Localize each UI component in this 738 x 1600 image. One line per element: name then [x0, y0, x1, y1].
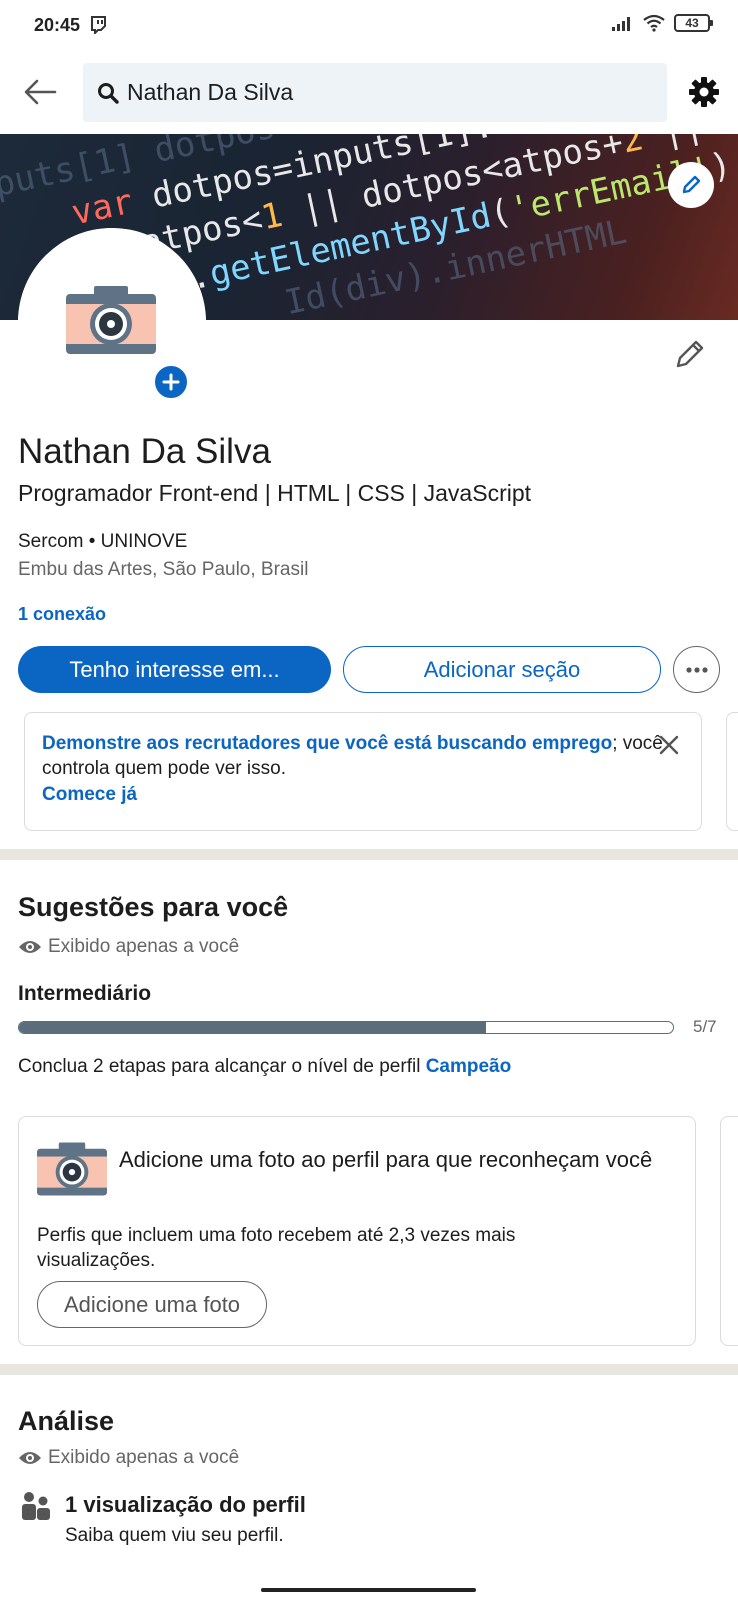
plus-icon: [162, 373, 180, 391]
search-input[interactable]: Nathan Da Silva: [83, 63, 667, 122]
camera-icon: [37, 1142, 107, 1196]
analysis-private-note: Exibido apenas a você: [18, 1447, 239, 1469]
connections-link[interactable]: 1 conexão: [18, 604, 106, 625]
analysis-title: Análise: [18, 1406, 115, 1436]
private-note-text: Exibido apenas a você: [48, 1447, 240, 1468]
add-photo-description: Perfis que incluem uma foto recebem até …: [37, 1225, 516, 1271]
progress-note-text: Conclua 2 etapas para alcançar o nível d…: [18, 1056, 426, 1077]
open-to-button[interactable]: Tenho interesse em...: [18, 646, 331, 693]
profile-progress-bar: [18, 1021, 674, 1034]
get-started-link[interactable]: Comece já: [42, 784, 684, 806]
private-note-text: Exibido apenas a você: [48, 936, 240, 957]
signal-icon: [612, 17, 630, 31]
people-icon: [22, 1492, 50, 1520]
profile-level: Intermediário: [18, 982, 152, 1005]
add-photo-title: Adicione uma foto ao perfil para que rec…: [119, 1147, 653, 1172]
suggestions-title: Sugestões para você: [18, 892, 289, 922]
home-indicator[interactable]: [261, 1588, 476, 1592]
progress-note: Conclua 2 etapas para alcançar o nível d…: [18, 1056, 511, 1078]
camera-icon: [66, 286, 156, 354]
ellipsis-icon: [685, 666, 708, 673]
progress-fill: [19, 1022, 487, 1033]
next-card-peek: [720, 1116, 738, 1346]
eye-icon: [19, 941, 41, 953]
status-time: 20:45: [34, 15, 81, 35]
back-arrow-icon[interactable]: [22, 76, 58, 108]
open-to-work-card: Demonstre aos recrutadores que você está…: [24, 712, 702, 831]
add-section-button[interactable]: Adicionar seção: [343, 646, 661, 693]
profile-views-link[interactable]: 1 visualização do perfil: [65, 1492, 306, 1518]
wifi-icon: [643, 14, 665, 32]
profile-company: Sercom • UNINOVE: [18, 531, 188, 552]
twitch-icon: [91, 16, 106, 34]
suggestions-private-note: Exibido apenas a você: [18, 936, 239, 958]
status-icons: 43: [612, 14, 713, 32]
progress-count: 5/7: [693, 1017, 717, 1036]
profile-name: Nathan Da Silva: [18, 432, 271, 471]
add-photo-button[interactable]: [153, 364, 189, 400]
next-card-peek: [726, 712, 738, 831]
profile-headline: Programador Front-end | HTML | CSS | Jav…: [18, 480, 532, 506]
section-divider: [0, 849, 738, 860]
close-icon[interactable]: [659, 735, 679, 755]
status-bar: 20:45 43: [0, 0, 738, 52]
banner-edit-button[interactable]: [668, 162, 714, 208]
search-value: Nathan Da Silva: [127, 79, 294, 105]
add-photo-card: Adicione uma foto ao perfil para que rec…: [18, 1116, 696, 1346]
profile-views-subtitle: Saiba quem viu seu perfil.: [65, 1525, 284, 1546]
gear-icon[interactable]: [688, 76, 720, 108]
edit-profile-icon[interactable]: [674, 338, 706, 370]
more-button[interactable]: [673, 646, 720, 693]
pencil-icon: [682, 175, 701, 194]
profile-location: Embu das Artes, São Paulo, Brasil: [18, 559, 309, 580]
open-to-work-text: Demonstre aos recrutadores que você está…: [42, 731, 684, 781]
add-photo-card-button[interactable]: Adicione uma foto: [37, 1281, 267, 1328]
open-to-work-link[interactable]: Demonstre aos recrutadores que você está…: [42, 733, 612, 754]
champion-link[interactable]: Campeão: [426, 1056, 512, 1077]
search-icon: [98, 82, 119, 104]
eye-icon: [19, 1452, 41, 1464]
battery-icon: 43: [674, 14, 713, 32]
section-divider: [0, 1364, 738, 1375]
top-bar: Nathan Da Silva: [0, 62, 738, 122]
